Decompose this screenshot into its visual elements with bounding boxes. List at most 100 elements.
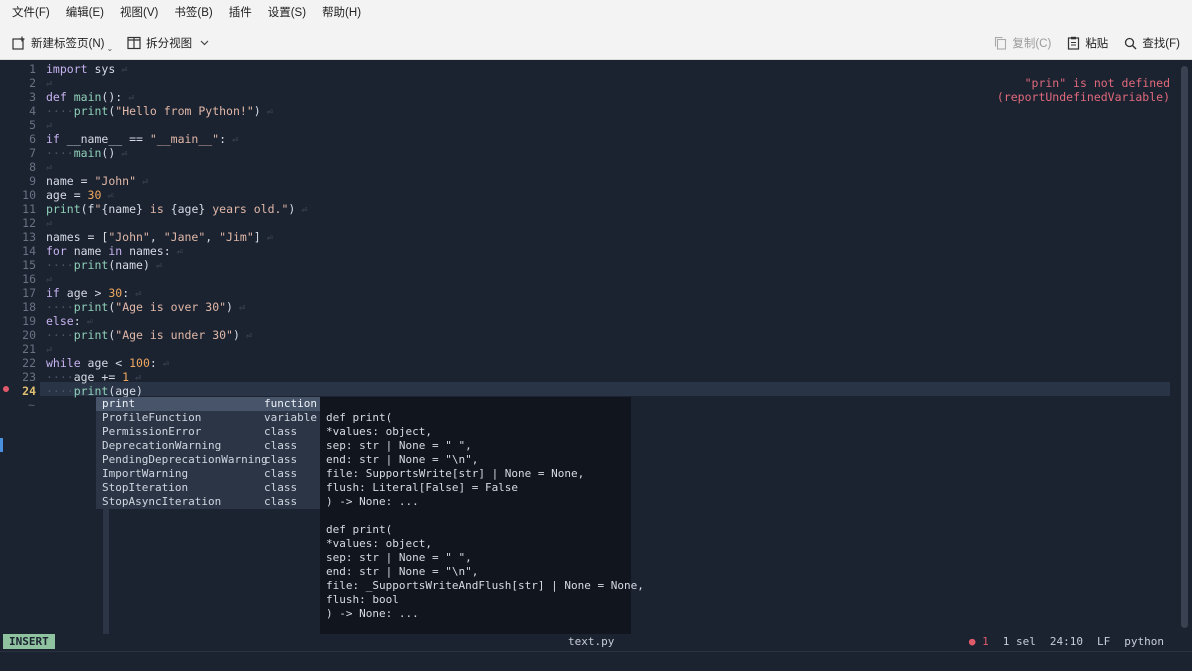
doc-line: flush: bool — [326, 593, 399, 606]
line-number: 13 — [22, 230, 36, 244]
completion-popup[interactable]: print function ProfileFunction variable Pe… — [96, 397, 320, 509]
code-line: for name in names: ⏎ — [46, 244, 183, 258]
line-number: 8 — [29, 160, 36, 174]
status-line-ending[interactable]: LF — [1097, 634, 1110, 649]
menu-settings[interactable]: 设置(S) — [260, 0, 314, 26]
completion-item[interactable]: StopAsyncIteration class — [96, 495, 320, 509]
code-line: ····print("Hello from Python!") ⏎ — [46, 104, 273, 118]
line-number: 14 — [22, 244, 36, 258]
code-line: ····age += 1 ⏎ — [46, 370, 142, 384]
code-line: ····print("Age is under 30") ⏎ — [46, 328, 252, 342]
completion-item[interactable]: ProfileFunction variable — [96, 411, 320, 425]
line-number: 5 — [29, 118, 36, 132]
status-bar: INSERT text.py ● 1 1 sel 24:10 LF python — [0, 634, 1192, 651]
completion-name: PendingDeprecationWarning — [102, 453, 268, 466]
completion-item[interactable]: PendingDeprecationWarning class — [96, 453, 320, 467]
code-line-current: ····print(age) — [46, 384, 143, 398]
empty-line-marker: ~ — [28, 398, 35, 412]
status-cursor-position[interactable]: 24:10 — [1050, 634, 1083, 649]
new-tab-button[interactable]: 新建标签页(N) ⌄ — [12, 26, 113, 60]
doc-line: def print( — [326, 523, 393, 536]
completion-item[interactable]: DeprecationWarning class — [96, 439, 320, 453]
line-number: 22 — [22, 356, 36, 370]
line-number-current: 24 — [22, 384, 36, 398]
menu-bar: 文件(F) 编辑(E) 视图(V) 书签(B) 插件 设置(S) 帮助(H) — [0, 0, 1192, 26]
menu-plugins[interactable]: 插件 — [221, 0, 260, 26]
line-number: 10 — [22, 188, 36, 202]
line-number: 6 — [29, 132, 36, 146]
completion-name: DeprecationWarning — [102, 439, 222, 452]
line-number: 4 — [29, 104, 36, 118]
completion-item[interactable]: StopIteration class — [96, 481, 320, 495]
completion-name: ImportWarning — [102, 467, 189, 480]
code-line: while age < 100: ⏎ — [46, 356, 169, 370]
doc-line: sep: str | None = " ", — [326, 551, 472, 564]
completion-name: StopAsyncIteration — [102, 495, 222, 508]
completion-name: PermissionError — [102, 425, 202, 438]
find-button[interactable]: 查找(F) — [1124, 26, 1180, 60]
paste-button[interactable]: 粘贴 — [1067, 26, 1108, 60]
status-filename: text.py — [568, 635, 615, 648]
chevron-down-icon[interactable] — [200, 40, 209, 46]
copy-icon — [995, 36, 1007, 50]
status-language[interactable]: python — [1124, 634, 1164, 649]
code-line: ⏎ — [46, 79, 53, 90]
code-line: import sys ⏎ — [46, 62, 128, 76]
diagnostic-message: "prin" is not defined (reportUndefinedVa… — [997, 76, 1170, 104]
code-line: ⏎ — [46, 163, 53, 174]
copy-button[interactable]: 复制(C) — [994, 26, 1051, 60]
vertical-scrollbar[interactable] — [1181, 66, 1188, 628]
toolbar: 新建标签页(N) ⌄ 拆分视图 复制(C) 粘贴 查找(F) — [0, 26, 1192, 60]
split-view-icon — [127, 36, 141, 50]
completion-kind: class — [264, 439, 298, 452]
signature-doc-popup: def print( *values: object, sep: str | N… — [320, 397, 644, 634]
completion-kind: class — [264, 467, 298, 480]
status-error-count[interactable]: ● 1 — [969, 634, 989, 649]
code-line: ····main() ⏎ — [46, 146, 128, 160]
line-number: 21 — [22, 342, 36, 356]
menu-file[interactable]: 文件(F) — [4, 0, 58, 26]
line-number: 2 — [29, 76, 36, 90]
completion-item[interactable]: ImportWarning class — [96, 467, 320, 481]
menu-view[interactable]: 视图(V) — [112, 0, 166, 26]
paste-label: 粘贴 — [1085, 38, 1109, 50]
completion-item[interactable]: PermissionError class — [96, 425, 320, 439]
completion-name: StopIteration — [102, 481, 189, 494]
doc-line: end: str | None = "\n", — [326, 453, 479, 466]
line-number: 16 — [22, 272, 36, 286]
code-line: else: ⏎ — [46, 314, 93, 328]
doc-line: file: SupportsWrite[str] | None = None, — [326, 467, 585, 480]
code-line: ····print("Age is over 30") ⏎ — [46, 300, 246, 314]
doc-line: sep: str | None = " ", — [326, 439, 472, 452]
completion-item-selected[interactable]: print function — [96, 397, 320, 411]
doc-line: *values: object, — [326, 537, 432, 550]
doc-line: ) -> None: ... — [326, 607, 419, 620]
split-view-button[interactable]: 拆分视图 — [127, 26, 214, 60]
new-tab-label: 新建标签页(N) — [31, 38, 105, 50]
line-number: 3 — [29, 90, 36, 104]
menu-bookmarks[interactable]: 书签(B) — [166, 0, 220, 26]
completion-kind: class — [264, 495, 298, 508]
find-label: 查找(F) — [1142, 38, 1180, 50]
doc-line: flush: Literal[False] = False — [326, 481, 519, 494]
code-line: ····print(name) ⏎ — [46, 258, 162, 272]
line-number: 11 — [22, 202, 36, 216]
completion-kind: variable — [264, 411, 317, 424]
code-line: ⏎ — [46, 345, 53, 356]
new-tab-icon — [12, 36, 25, 50]
menu-help[interactable]: 帮助(H) — [314, 0, 369, 26]
line-number: 18 — [22, 300, 36, 314]
line-number: 20 — [22, 328, 36, 342]
completion-kind: function — [264, 397, 317, 410]
split-view-label: 拆分视图 — [146, 38, 193, 50]
code-line: names = ["John", "Jane", "Jim"] ⏎ — [46, 230, 273, 244]
new-tab-dropdown-icon[interactable]: ⌄ — [106, 44, 113, 53]
current-line-highlight — [40, 382, 1170, 396]
menu-edit[interactable]: 编辑(E) — [58, 0, 112, 26]
copy-label: 复制(C) — [1012, 38, 1052, 50]
line-number: 9 — [29, 174, 36, 188]
code-line: if __name__ == "__main__": ⏎ — [46, 132, 239, 146]
doc-line: file: _SupportsWriteAndFlush[str] | None… — [326, 579, 644, 592]
completion-column-guide — [103, 509, 109, 634]
doc-line: def print( — [326, 411, 393, 424]
